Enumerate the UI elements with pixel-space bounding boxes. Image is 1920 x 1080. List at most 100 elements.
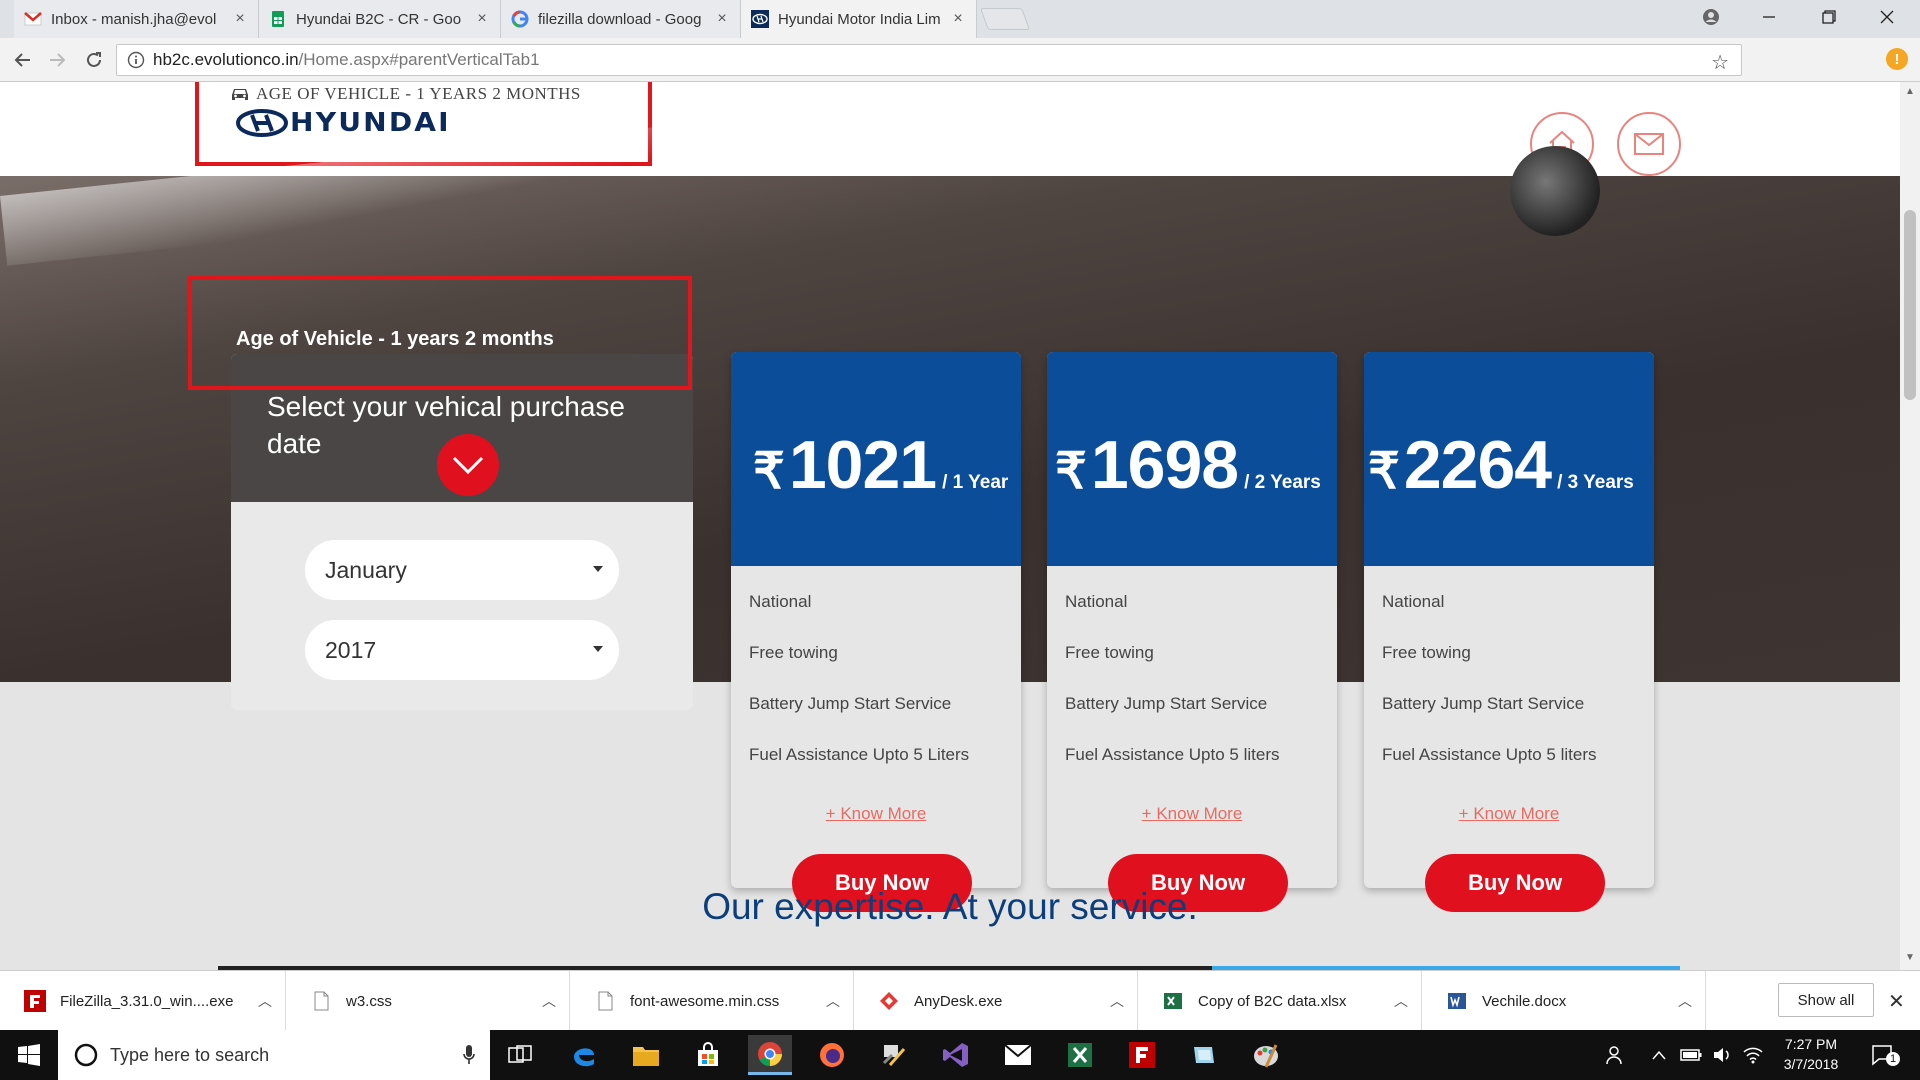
volume-icon[interactable] bbox=[1712, 1030, 1732, 1080]
people-icon[interactable] bbox=[1606, 1030, 1626, 1080]
url-host: hb2c.evolutionco.in bbox=[153, 50, 299, 69]
rupee-icon: ₹ bbox=[1368, 443, 1400, 499]
url-path: /Home.aspx#parentVerticalTab1 bbox=[298, 50, 540, 69]
plan-feature: National bbox=[749, 592, 812, 611]
close-downloads-icon[interactable]: ✕ bbox=[1888, 989, 1905, 1014]
tab-gmail-inbox[interactable]: Inbox - manish.jha@evol × bbox=[14, 0, 259, 38]
minimize-icon[interactable] bbox=[1746, 0, 1792, 34]
forward-arrow-icon[interactable] bbox=[44, 46, 72, 74]
paint-icon[interactable] bbox=[1244, 1035, 1288, 1075]
plan-feature: Free towing bbox=[749, 643, 838, 662]
windows-logo-icon bbox=[18, 1044, 40, 1066]
mail-icon[interactable] bbox=[996, 1035, 1040, 1075]
start-button[interactable] bbox=[0, 1030, 58, 1080]
plan-feature: Battery Jump Start Service bbox=[1065, 694, 1268, 713]
plan-feature: Free towing bbox=[1065, 643, 1154, 662]
filezilla-taskbar-icon[interactable] bbox=[1120, 1035, 1164, 1075]
download-item[interactable]: Copy of B2C data.xlsx ︿ bbox=[1138, 971, 1422, 1031]
download-item[interactable]: AnyDesk.exe ︿ bbox=[854, 971, 1138, 1031]
window-close-icon[interactable] bbox=[1864, 0, 1910, 34]
chevron-up-icon[interactable]: ︿ bbox=[529, 991, 569, 1011]
info-icon[interactable] bbox=[127, 51, 145, 69]
show-hidden-icons-icon[interactable] bbox=[1652, 1030, 1666, 1080]
wifi-icon[interactable] bbox=[1742, 1030, 1764, 1080]
contact-mail-button[interactable] bbox=[1617, 112, 1681, 176]
download-item[interactable]: w3.css ︿ bbox=[286, 971, 570, 1031]
close-icon[interactable]: × bbox=[232, 10, 248, 28]
microphone-icon[interactable] bbox=[462, 1044, 476, 1066]
filezilla-icon bbox=[24, 990, 46, 1012]
chrome-update-alert-icon[interactable]: ! bbox=[1886, 48, 1908, 70]
firefox-icon[interactable] bbox=[810, 1035, 854, 1075]
show-all-downloads-button[interactable]: Show all bbox=[1778, 983, 1874, 1017]
profile-icon[interactable] bbox=[1688, 0, 1734, 34]
date-panel-toggle[interactable] bbox=[437, 434, 499, 496]
envelope-icon bbox=[1634, 133, 1664, 155]
scrollbar-thumb[interactable] bbox=[1904, 210, 1916, 400]
age-banner-text: AGE OF VEHICLE - 1 YEARS 2 MONTHS bbox=[256, 84, 581, 103]
remote-desktop-icon[interactable] bbox=[1182, 1035, 1226, 1075]
tools-icon[interactable] bbox=[872, 1035, 916, 1075]
chevron-up-icon[interactable]: ︿ bbox=[1381, 991, 1421, 1011]
task-view-icon[interactable] bbox=[498, 1035, 542, 1075]
purchase-date-panel: Select your vehical purchase date Januar… bbox=[231, 354, 693, 710]
close-icon[interactable]: × bbox=[714, 10, 730, 28]
hyundai-emblem-icon bbox=[236, 109, 288, 137]
plan-feature: Fuel Assistance Upto 5 liters bbox=[1382, 745, 1597, 764]
page-scrollbar[interactable]: ▲ ▼ bbox=[1900, 82, 1920, 970]
tab-label: Inbox - manish.jha@evol bbox=[51, 10, 217, 28]
bookmark-star-icon[interactable]: ☆ bbox=[1711, 50, 1729, 75]
download-filename: Copy of B2C data.xlsx bbox=[1198, 992, 1347, 1010]
close-icon[interactable]: × bbox=[950, 10, 966, 28]
year-select[interactable]: 2017 bbox=[305, 620, 619, 680]
tab-hyundai-motor-india[interactable]: Hyundai Motor India Lim × bbox=[741, 0, 977, 38]
action-center-icon[interactable]: 1 bbox=[1870, 1030, 1900, 1080]
tab-label: filezilla download - Goog bbox=[538, 10, 702, 28]
download-filename: FileZilla_3.31.0_win....exe bbox=[60, 992, 234, 1010]
clock-date: 3/7/2018 bbox=[1783, 1056, 1839, 1072]
taskbar-search[interactable]: Type here to search bbox=[58, 1030, 490, 1080]
scroll-down-icon[interactable]: ▼ bbox=[1905, 952, 1915, 963]
chevron-up-icon[interactable]: ︿ bbox=[245, 991, 285, 1011]
plan-price: 1021 bbox=[788, 427, 937, 503]
google-icon bbox=[511, 10, 529, 28]
age-of-vehicle-text: Age of Vehicle - 1 years 2 months bbox=[236, 328, 554, 350]
car-icon bbox=[232, 89, 248, 100]
scroll-up-icon[interactable]: ▲ bbox=[1905, 86, 1915, 97]
close-icon[interactable]: × bbox=[474, 10, 490, 28]
back-arrow-icon[interactable] bbox=[8, 46, 36, 74]
tab-filezilla-search[interactable]: filezilla download - Goog × bbox=[501, 0, 741, 38]
plan-card-3-years: ₹ 2264 / 3 Years National Free towing Ba… bbox=[1364, 352, 1654, 912]
file-explorer-icon[interactable] bbox=[624, 1035, 668, 1075]
reload-icon[interactable] bbox=[80, 46, 108, 74]
hyundai-logo[interactable]: HYUNDAI bbox=[236, 108, 449, 138]
taskbar-search-placeholder: Type here to search bbox=[110, 1044, 270, 1065]
plan-price: 2264 bbox=[1403, 427, 1552, 503]
know-more-link[interactable]: + Know More bbox=[731, 804, 1021, 824]
month-select[interactable]: January bbox=[305, 540, 619, 600]
chevron-up-icon[interactable]: ︿ bbox=[813, 991, 853, 1011]
chrome-taskbar-icon[interactable] bbox=[748, 1035, 792, 1075]
windows-taskbar: Type here to search 7:27 PM 3/7/2018 1 bbox=[0, 1030, 1920, 1080]
know-more-link[interactable]: + Know More bbox=[1364, 804, 1654, 824]
plan-price-panel: ₹ 1698 / 2 Years bbox=[1047, 352, 1337, 566]
edge-icon[interactable] bbox=[562, 1035, 606, 1075]
battery-icon[interactable] bbox=[1680, 1030, 1702, 1080]
new-tab-button[interactable] bbox=[979, 8, 1031, 30]
store-icon[interactable] bbox=[686, 1035, 730, 1075]
download-item[interactable]: font-awesome.min.css ︿ bbox=[570, 971, 854, 1031]
chevron-up-icon[interactable]: ︿ bbox=[1097, 991, 1137, 1011]
plan-period: / 3 Years bbox=[1557, 472, 1634, 493]
know-more-link[interactable]: + Know More bbox=[1047, 804, 1337, 824]
taskbar-clock[interactable]: 7:27 PM 3/7/2018 bbox=[1766, 1034, 1856, 1074]
age-banner: AGE OF VEHICLE - 1 YEARS 2 MONTHS bbox=[230, 84, 581, 104]
download-item[interactable]: FileZilla_3.31.0_win....exe ︿ bbox=[0, 971, 286, 1031]
browser-toolbar: hb2c.evolutionco.in/Home.aspx#parentVert… bbox=[0, 38, 1920, 82]
chevron-up-icon[interactable]: ︿ bbox=[1665, 991, 1705, 1011]
visual-studio-icon[interactable] bbox=[934, 1035, 978, 1075]
tab-hyundai-b2c-sheet[interactable]: Hyundai B2C - CR - Goo × bbox=[259, 0, 501, 38]
address-bar[interactable]: hb2c.evolutionco.in/Home.aspx#parentVert… bbox=[116, 44, 1742, 76]
excel-taskbar-icon[interactable] bbox=[1058, 1035, 1102, 1075]
download-item[interactable]: Vechile.docx ︿ bbox=[1422, 971, 1706, 1031]
restore-icon[interactable] bbox=[1806, 0, 1852, 34]
